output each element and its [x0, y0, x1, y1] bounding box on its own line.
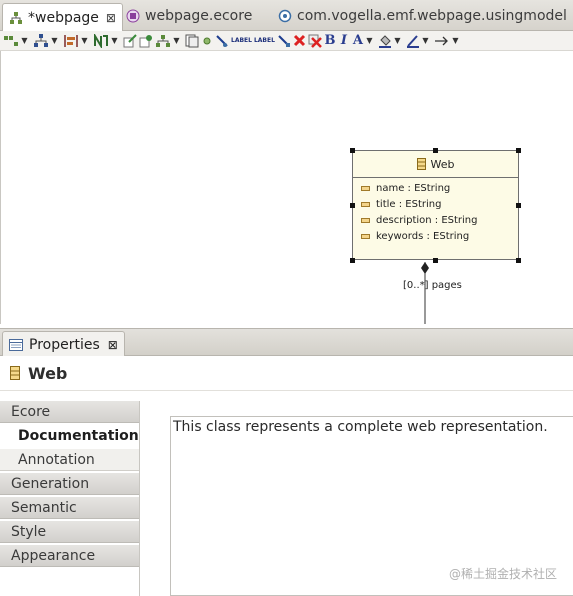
delete-icon[interactable] [293, 33, 306, 49]
copy-format-icon[interactable] [185, 33, 199, 49]
properties-tab-bar: Properties ⊠ [0, 328, 573, 357]
delete-model-icon[interactable] [308, 33, 322, 49]
tab-label: Properties [29, 336, 100, 353]
node-header: Web [353, 151, 518, 178]
tab-label: *webpage [28, 9, 99, 26]
attribute-label: title : EString [376, 198, 442, 210]
arrow-icon[interactable] [434, 33, 450, 49]
category-appearance[interactable]: Appearance [0, 545, 139, 567]
layout-icon[interactable] [33, 33, 49, 49]
diagram-icon [10, 11, 22, 24]
arrange-icon[interactable] [3, 33, 19, 49]
attribute-item[interactable]: title : EString [353, 196, 518, 212]
selection-handle[interactable] [433, 148, 438, 153]
hide-icon[interactable] [215, 33, 229, 49]
hierarchy-icon[interactable] [155, 33, 171, 49]
tab-webpage-ecore[interactable]: webpage.ecore [120, 3, 258, 29]
pin-icon[interactable] [139, 33, 153, 49]
editor-tab-bar: *webpage ⊠ webpage.ecore com.vogella.emf… [0, 0, 573, 31]
dot-icon[interactable] [201, 33, 213, 49]
tab-webpage-diagram[interactable]: *webpage ⊠ [2, 3, 123, 31]
tab-label: webpage.ecore [145, 8, 253, 24]
attribute-label: name : EString [376, 182, 451, 194]
property-categories: Ecore Documentation Annotation Generatio… [0, 401, 140, 596]
chevron-down-icon[interactable]: ▼ [422, 33, 429, 49]
close-icon[interactable]: ⊠ [106, 11, 116, 25]
eclass-icon [416, 158, 426, 170]
properties-icon [9, 338, 23, 351]
composition-diamond [421, 262, 429, 274]
selection-handle[interactable] [350, 203, 355, 208]
selection-handle[interactable] [433, 258, 438, 263]
attribute-label: keywords : EString [376, 230, 470, 242]
properties-title: Web [0, 356, 573, 390]
bold-button[interactable]: B [324, 33, 336, 49]
label-icon[interactable]: LABEL [231, 33, 252, 49]
diagram-toolbar: ▼ ▼ ▼ ▼ ▼ LABEL LABEL B I A ▼ ▼ ▼ ▼ [0, 31, 573, 51]
pin-edge-icon[interactable] [277, 33, 291, 49]
class-name: Web [430, 157, 455, 171]
edit-icon[interactable] [123, 33, 137, 49]
router-icon[interactable] [93, 33, 109, 49]
attribute-list: name : EString title : EString descripti… [353, 178, 518, 244]
chevron-down-icon[interactable]: ▼ [366, 33, 373, 49]
selected-element-name: Web [28, 363, 68, 383]
align-icon[interactable] [63, 33, 79, 49]
edge-label[interactable]: [0..*] pages [403, 280, 462, 291]
selection-handle[interactable] [350, 258, 355, 263]
selection-handle[interactable] [516, 258, 521, 263]
font-color-button[interactable]: A [352, 33, 364, 49]
chevron-down-icon[interactable]: ▼ [394, 33, 401, 49]
attribute-item[interactable]: keywords : EString [353, 228, 518, 244]
attribute-label: description : EString [376, 214, 478, 226]
attribute-item[interactable]: name : EString [353, 180, 518, 196]
watermark: @稀土掘金技术社区 [449, 567, 558, 581]
category-style[interactable]: Style [0, 521, 139, 543]
eclass-icon [10, 366, 20, 380]
close-icon[interactable]: ⊠ [108, 338, 118, 352]
chevron-down-icon[interactable]: ▼ [21, 33, 28, 49]
attribute-icon [361, 233, 370, 239]
line-color-icon[interactable] [406, 33, 420, 49]
chevron-down-icon[interactable]: ▼ [173, 33, 180, 49]
attribute-icon [361, 201, 370, 207]
selection-handle[interactable] [350, 148, 355, 153]
label-icon[interactable]: LABEL [254, 33, 275, 49]
chevron-down-icon[interactable]: ▼ [81, 33, 88, 49]
tab-properties[interactable]: Properties ⊠ [2, 331, 125, 357]
eclass-node-web[interactable]: Web name : EString title : EString descr… [352, 150, 519, 260]
fill-color-icon[interactable] [378, 33, 392, 49]
chevron-down-icon[interactable]: ▼ [111, 33, 118, 49]
category-documentation[interactable]: Documentation [0, 425, 139, 447]
selection-handle[interactable] [516, 203, 521, 208]
category-semantic[interactable]: Semantic [0, 497, 139, 519]
chevron-down-icon[interactable]: ▼ [452, 33, 459, 49]
attribute-icon [361, 185, 370, 191]
chevron-down-icon[interactable]: ▼ [51, 33, 58, 49]
plugin-icon [278, 9, 292, 23]
attribute-item[interactable]: description : EString [353, 212, 518, 228]
tab-label: com.vogella.emf.webpage.usingmodel [297, 8, 567, 24]
attribute-icon [361, 217, 370, 223]
ecore-icon [126, 9, 140, 23]
category-generation[interactable]: Generation [0, 473, 139, 495]
category-annotation[interactable]: Annotation [0, 449, 139, 471]
documentation-text: This class represents a complete web rep… [173, 419, 548, 435]
tab-usingmodel[interactable]: com.vogella.emf.webpage.usingmodel [272, 3, 573, 29]
selection-handle[interactable] [516, 148, 521, 153]
category-ecore[interactable]: Ecore [0, 401, 139, 423]
italic-button[interactable]: I [338, 33, 350, 49]
